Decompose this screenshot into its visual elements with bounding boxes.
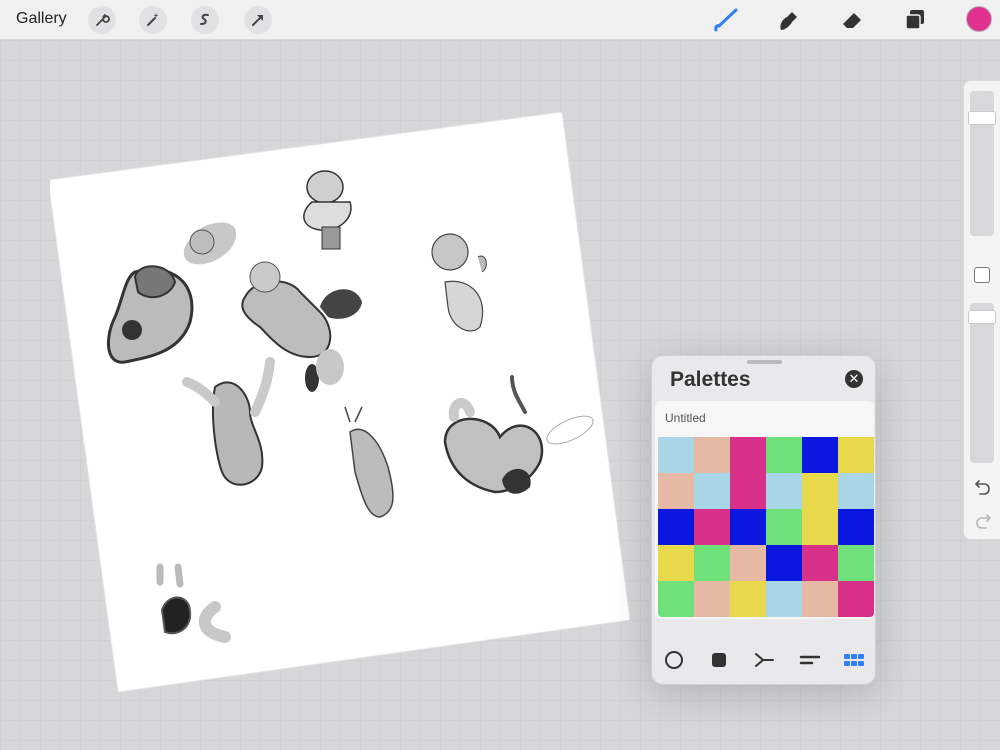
top-toolbar: Gallery <box>0 0 1000 40</box>
value-bars-icon[interactable] <box>798 648 822 672</box>
color-swatch[interactable] <box>838 473 874 509</box>
color-swatch[interactable] <box>658 473 694 509</box>
palette-grid-icon[interactable] <box>842 648 866 672</box>
brush-icon[interactable] <box>711 6 741 34</box>
move-arrow-icon[interactable] <box>244 6 272 34</box>
color-swatch[interactable] <box>802 509 838 545</box>
color-swatch[interactable] <box>694 581 730 617</box>
panel-grabber[interactable] <box>747 360 782 364</box>
color-swatch[interactable] <box>694 509 730 545</box>
color-swatch[interactable] <box>838 545 874 581</box>
color-swatch[interactable] <box>658 437 694 473</box>
brush-size-slider[interactable] <box>968 91 996 236</box>
drawing-canvas[interactable] <box>47 111 631 693</box>
color-swatch[interactable] <box>730 509 766 545</box>
color-swatch[interactable] <box>766 437 802 473</box>
redo-icon[interactable] <box>973 513 993 533</box>
color-swatch[interactable] <box>658 509 694 545</box>
color-view-tabs <box>652 644 877 674</box>
color-swatch[interactable] <box>730 581 766 617</box>
wrench-icon[interactable] <box>88 6 116 34</box>
color-swatch[interactable] <box>766 545 802 581</box>
color-swatch[interactable] <box>730 545 766 581</box>
layers-icon[interactable] <box>900 6 930 34</box>
selection-s-icon[interactable] <box>191 6 219 34</box>
palette-name[interactable]: Untitled <box>665 411 706 425</box>
smudge-icon[interactable] <box>774 6 804 34</box>
color-swatch[interactable] <box>838 437 874 473</box>
color-swatch[interactable] <box>838 581 874 617</box>
color-swatch[interactable] <box>838 509 874 545</box>
color-swatch[interactable] <box>766 473 802 509</box>
brush-size-handle[interactable] <box>968 111 996 125</box>
side-slider-panel <box>963 80 1000 540</box>
disc-icon[interactable] <box>662 648 686 672</box>
color-swatch[interactable] <box>694 473 730 509</box>
color-swatch[interactable] <box>658 581 694 617</box>
opacity-slider[interactable] <box>968 303 996 463</box>
color-swatch[interactable] <box>766 581 802 617</box>
undo-icon[interactable] <box>973 479 993 499</box>
color-swatch[interactable] <box>766 509 802 545</box>
color-swatch[interactable] <box>730 437 766 473</box>
color-swatch[interactable] <box>802 581 838 617</box>
magic-wand-icon[interactable] <box>139 6 167 34</box>
color-swatch[interactable] <box>658 545 694 581</box>
square-icon[interactable] <box>707 648 731 672</box>
color-swatch[interactable] <box>802 437 838 473</box>
current-color-swatch[interactable] <box>966 6 992 32</box>
gallery-button[interactable]: Gallery <box>16 10 67 28</box>
close-icon[interactable]: ✕ <box>845 370 863 388</box>
eraser-icon[interactable] <box>837 6 867 34</box>
swatch-grid <box>658 437 874 617</box>
color-swatch[interactable] <box>694 545 730 581</box>
artwork <box>47 111 631 693</box>
palettes-panel: Palettes ✕ Untitled <box>651 355 876 685</box>
palette-card[interactable]: Untitled <box>655 401 874 619</box>
color-swatch[interactable] <box>694 437 730 473</box>
color-swatch[interactable] <box>802 473 838 509</box>
modify-button[interactable] <box>974 267 990 283</box>
color-swatch[interactable] <box>730 473 766 509</box>
harmony-icon[interactable] <box>752 648 776 672</box>
color-swatch[interactable] <box>802 545 838 581</box>
opacity-handle[interactable] <box>968 310 996 324</box>
palettes-title: Palettes <box>670 368 751 391</box>
